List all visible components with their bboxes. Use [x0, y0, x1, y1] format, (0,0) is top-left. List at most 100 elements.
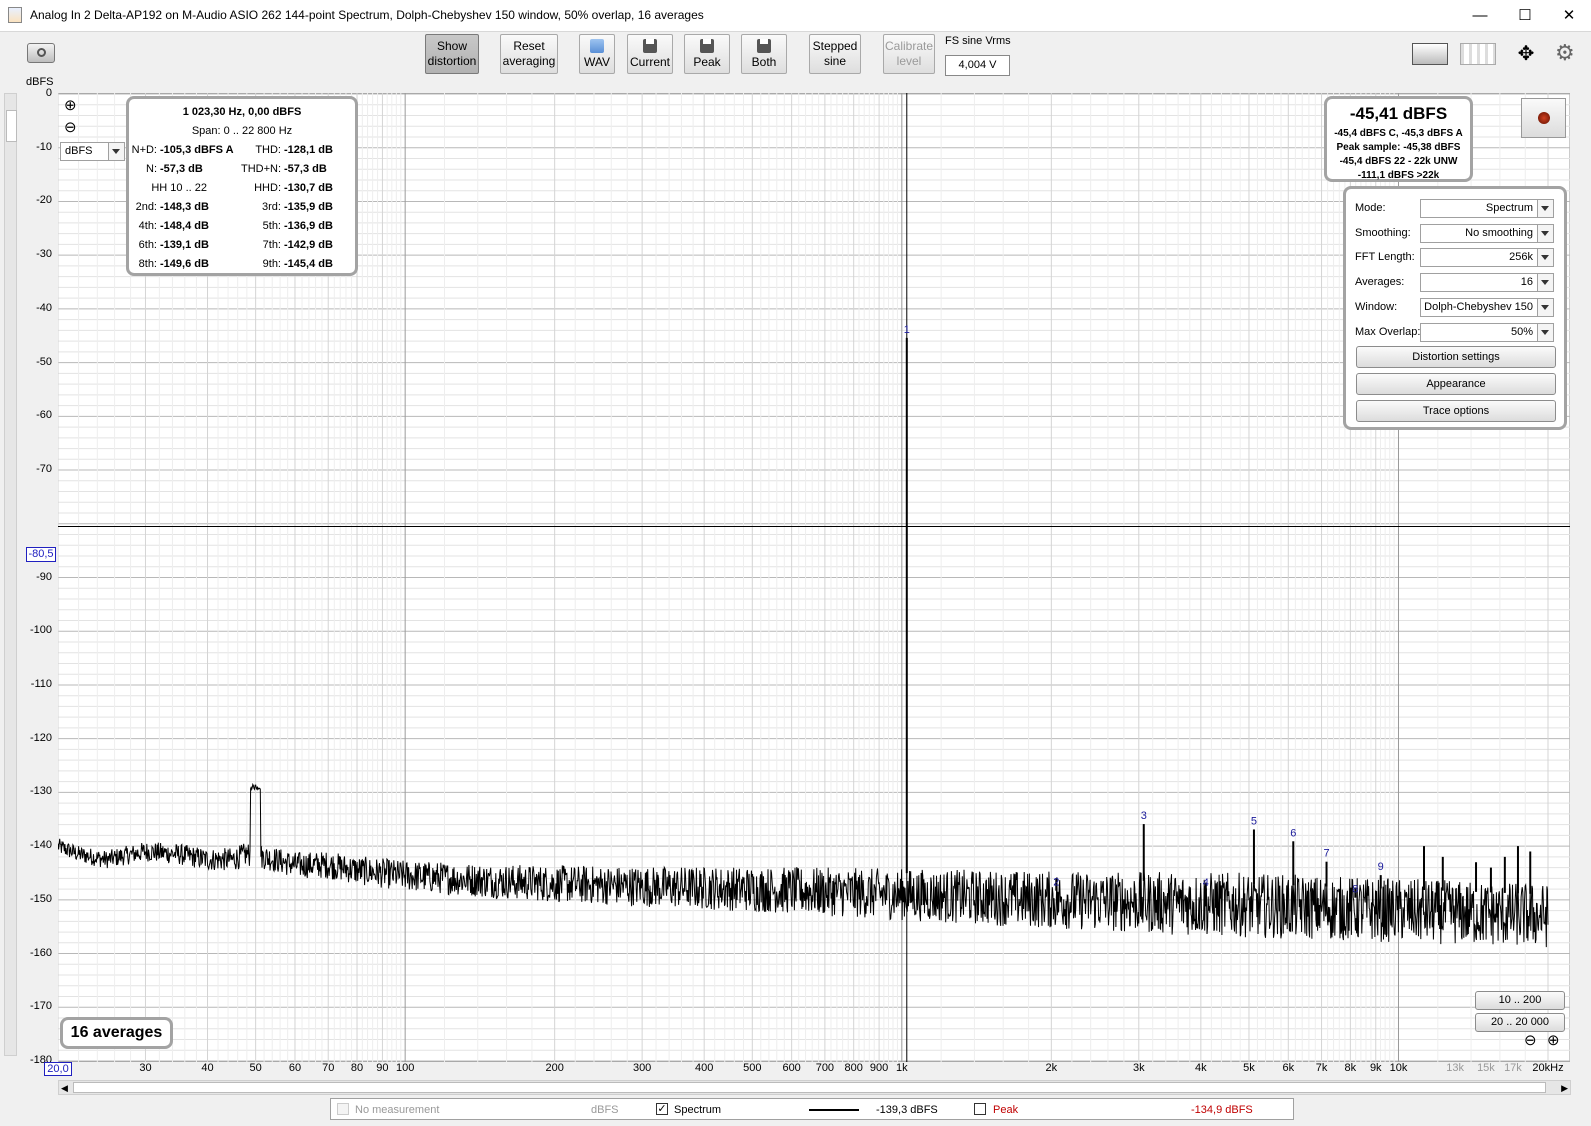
- x-tick-label: 4k: [1195, 1062, 1207, 1074]
- layout-icon[interactable]: [1412, 43, 1448, 65]
- stat-label: 4th:: [138, 220, 157, 232]
- reset-averaging-button[interactable]: Reset averaging: [500, 34, 558, 74]
- zoom-range-10-200-button[interactable]: 10 .. 200: [1475, 991, 1565, 1010]
- harmonic-label: 7: [1323, 848, 1329, 860]
- wav-button[interactable]: WAV: [579, 34, 615, 74]
- scroll-left-icon[interactable]: ◀: [61, 1083, 68, 1093]
- control-label: Mode:: [1355, 202, 1386, 214]
- distortion-stats-panel: 1 023,30 Hz, 0,00 dBFS Span: 0 .. 22 800…: [126, 96, 358, 276]
- chevron-down-icon: [1537, 298, 1553, 316]
- minimize-button[interactable]: —: [1458, 0, 1502, 31]
- camera-icon[interactable]: [27, 43, 55, 63]
- y-tick-label: -120: [29, 731, 52, 744]
- control-select[interactable]: 50%: [1420, 322, 1554, 342]
- harmonic-label: 6: [1290, 827, 1296, 839]
- maximize-button[interactable]: ☐: [1503, 0, 1547, 31]
- stat-label: THD:: [255, 144, 281, 156]
- stat-label: 8th:: [138, 258, 157, 270]
- harmonic-label: 2: [1053, 877, 1059, 889]
- x-tick-label: 6k: [1282, 1062, 1295, 1074]
- panels-icon[interactable]: [1460, 43, 1496, 65]
- y-tick-label: -90: [36, 570, 52, 583]
- stats-header: 1 023,30 Hz, 0,00 dBFS: [182, 106, 302, 118]
- peak-checkbox[interactable]: [974, 1103, 986, 1115]
- stat-label: 5th:: [262, 220, 281, 232]
- y-tick-label: -10: [36, 140, 52, 153]
- control-label: Averages:: [1355, 276, 1405, 289]
- show-distortion-button[interactable]: Show distortion: [425, 34, 479, 74]
- distortion-settings-button[interactable]: Distortion settings: [1356, 346, 1556, 368]
- zoom-in-icon[interactable]: ⊕: [64, 98, 77, 113]
- save-current-button[interactable]: Current: [627, 34, 673, 74]
- y-tick-label: -160: [29, 946, 52, 959]
- app-icon: [8, 7, 22, 23]
- zoom-out-icon[interactable]: ⊖: [64, 120, 77, 135]
- chevron-down-icon: [1537, 224, 1553, 242]
- x-tick-label: 40: [201, 1062, 214, 1074]
- save-both-button[interactable]: Both: [741, 34, 787, 74]
- horizontal-scroll-thumb[interactable]: [73, 1082, 1546, 1093]
- wav-label: WAV: [584, 55, 610, 69]
- no-measurement-checkbox[interactable]: [337, 1103, 349, 1115]
- control-select[interactable]: 16: [1420, 273, 1554, 293]
- control-select-value: No smoothing: [1465, 226, 1533, 239]
- reset-averaging-label-1: Reset: [513, 39, 545, 53]
- stat-label: HH 10 .. 22: [151, 182, 207, 194]
- y-tick-label: -140: [29, 839, 52, 852]
- level-line: -45,4 dBFS 22 - 22k UNW: [1339, 156, 1458, 167]
- spectrum-label: Spectrum: [674, 1104, 722, 1116]
- zoom-range-20-20000-button[interactable]: 20 .. 20 000: [1475, 1013, 1565, 1032]
- horizontal-scrollbar[interactable]: ◀ ▶: [58, 1080, 1571, 1095]
- move-icon[interactable]: ✥: [1509, 42, 1543, 66]
- control-label: Window:: [1355, 300, 1398, 313]
- x-tick-label: 400: [694, 1062, 714, 1074]
- harmonic-label: 8: [1352, 884, 1358, 896]
- level-panel: -45,41 dBFS -45,4 dBFS C, -45,3 dBFS A P…: [1324, 96, 1473, 182]
- save-peak-button[interactable]: Peak: [684, 34, 730, 74]
- spectrum-line-swatch: [809, 1109, 859, 1111]
- folder-icon: [590, 39, 604, 53]
- title-bar: Analog In 2 Delta-AP192 on M-Audio ASIO …: [0, 0, 1591, 32]
- y-tick-label: -150: [29, 892, 52, 905]
- y-unit-select[interactable]: dBFS: [60, 142, 125, 161]
- vertical-scroll-thumb[interactable]: [6, 110, 17, 142]
- stepped-sine-button[interactable]: Stepped sine: [809, 34, 861, 74]
- fs-sine-value[interactable]: 4,004 V: [945, 55, 1010, 76]
- record-button[interactable]: [1521, 98, 1566, 138]
- spectrum-checkbox[interactable]: ✓: [656, 1103, 668, 1115]
- x-tick-label: 20kHz: [1532, 1062, 1564, 1074]
- control-select[interactable]: 256k: [1420, 248, 1554, 268]
- stat-value: -139,1 dB: [160, 239, 209, 251]
- no-measurement-label: No measurement: [355, 1104, 440, 1116]
- x-tick-label: 10k: [1389, 1062, 1408, 1074]
- close-button[interactable]: ✕: [1547, 0, 1591, 31]
- x-tick-label: 600: [782, 1062, 801, 1074]
- x-zoom-in-icon[interactable]: ⊕: [1547, 1033, 1560, 1048]
- stat-value: -128,1 dB: [284, 144, 333, 156]
- x-tick-label: 90: [376, 1062, 389, 1074]
- x-tick-label: 8k: [1344, 1062, 1357, 1074]
- no-measurement-unit: dBFS: [591, 1104, 619, 1116]
- chevron-down-icon: [108, 143, 124, 160]
- legend-bar: No measurement dBFS ✓ Spectrum -139,3 dB…: [330, 1098, 1294, 1120]
- trace-options-button[interactable]: Trace options: [1356, 400, 1556, 422]
- harmonic-label: 5: [1251, 815, 1257, 827]
- control-select[interactable]: Spectrum: [1420, 199, 1554, 218]
- chevron-down-icon: [1537, 274, 1553, 292]
- calibrate-level-button[interactable]: Calibrate level: [883, 34, 935, 74]
- control-select[interactable]: No smoothing: [1420, 223, 1554, 243]
- spectrum-value: -139,3 dBFS: [876, 1104, 938, 1116]
- stats-span: Span: 0 .. 22 800 Hz: [191, 125, 293, 137]
- calibrate-level-label-2: level: [896, 54, 922, 68]
- level-line: Peak sample: -45,38 dBFS: [1336, 142, 1461, 153]
- x-tick-label: 2k: [1045, 1062, 1058, 1074]
- scroll-right-icon[interactable]: ▶: [1561, 1083, 1568, 1093]
- gear-icon[interactable]: ⚙: [1555, 41, 1579, 65]
- y-tick-label: 0: [45, 87, 52, 99]
- stepped-sine-label-1: Stepped: [812, 39, 858, 53]
- appearance-button[interactable]: Appearance: [1356, 373, 1556, 395]
- stat-value: -135,9 dB: [284, 201, 333, 213]
- x-zoom-out-icon[interactable]: ⊖: [1524, 1033, 1537, 1048]
- cursor-level-label: -80,5: [26, 547, 56, 562]
- control-select[interactable]: Dolph-Chebyshev 150: [1420, 297, 1554, 317]
